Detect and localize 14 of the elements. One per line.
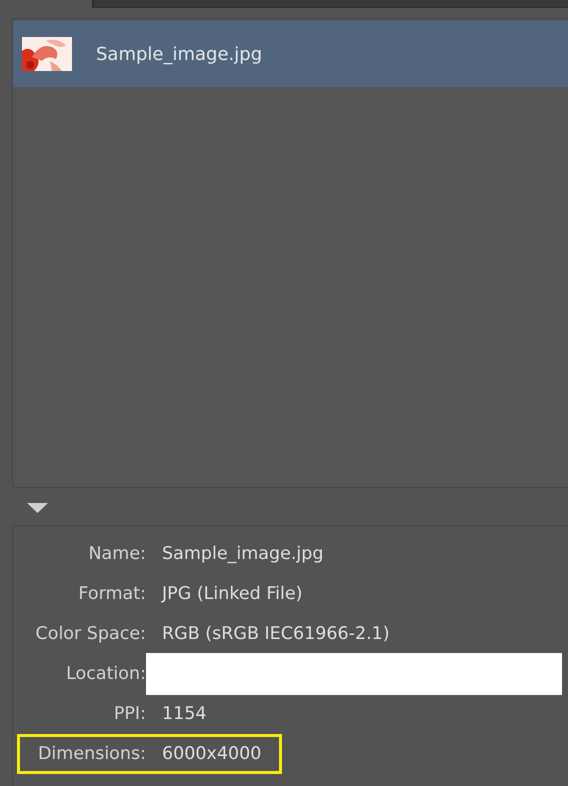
info-value: 6000x4000: [162, 744, 262, 764]
collapse-triangle-icon[interactable]: [27, 503, 48, 513]
file-name: Sample_image.jpg: [96, 44, 262, 64]
info-label: Name:: [87, 544, 146, 564]
info-value: RGB (sRGB IEC61966-2.1): [162, 624, 390, 644]
info-value: 1154: [162, 704, 207, 724]
info-label: Color Space:: [34, 624, 146, 644]
info-label: Location:: [65, 664, 146, 684]
file-list-item[interactable]: Sample_image.jpg: [13, 21, 568, 87]
info-value: JPG (Linked File): [162, 584, 302, 604]
info-label: Format:: [77, 584, 146, 604]
info-label: Dimensions:: [36, 744, 146, 764]
info-value: Sample_image.jpg: [162, 544, 324, 564]
info-label: PPI:: [112, 704, 146, 724]
